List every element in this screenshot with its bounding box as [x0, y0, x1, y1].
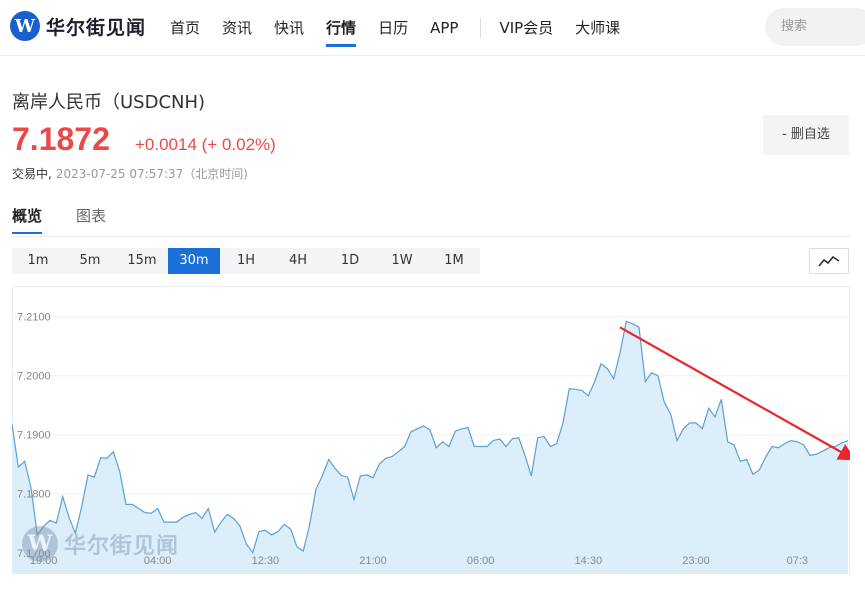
x-tick-label: 23:00: [682, 555, 710, 567]
period-4h[interactable]: 4H: [272, 248, 324, 274]
x-tick-label: 21:00: [359, 555, 387, 567]
nav-masterclass[interactable]: 大师课: [575, 0, 620, 56]
x-tick-label: 14:30: [575, 555, 603, 567]
trading-status: 交易中, 2023-07-25 07:57:37（北京时间): [12, 165, 248, 182]
y-tick-label: 7.2000: [17, 371, 51, 383]
y-tick-label: 7.1900: [17, 430, 51, 442]
nav-app[interactable]: APP: [430, 0, 458, 56]
remove-watchlist-button[interactable]: - 删自选: [763, 115, 849, 155]
nav-home[interactable]: 首页: [170, 0, 200, 56]
period-1w[interactable]: 1W: [376, 248, 428, 274]
period-5m[interactable]: 5m: [64, 248, 116, 274]
main-nav: 首页 资讯 快讯 行情 日历 APP VIP会员 大师课: [170, 0, 642, 56]
instrument-title: 离岸人民币（USDCNH): [12, 92, 206, 113]
nav-flash[interactable]: 快讯: [274, 0, 304, 56]
period-1d[interactable]: 1D: [324, 248, 376, 274]
logo-icon: W: [10, 11, 40, 41]
view-tabs: 概览 图表: [12, 205, 140, 234]
nav-markets[interactable]: 行情: [326, 0, 357, 56]
x-tick-label: 06:00: [467, 555, 495, 567]
top-header: W 华尔街见闻 首页 资讯 快讯 行情 日历 APP VIP会员 大师课 搜索: [0, 0, 865, 56]
y-tick-label: 7.1800: [17, 489, 51, 501]
chart-type-button[interactable]: [809, 248, 849, 274]
nav-divider: [480, 18, 482, 38]
tab-chart[interactable]: 图表: [76, 205, 106, 233]
nav-vip[interactable]: VIP会员: [499, 0, 553, 56]
line-chart-icon: [818, 255, 840, 267]
period-1h[interactable]: 1H: [220, 248, 272, 274]
price-change: +0.0014 (+ 0.02%): [135, 135, 276, 154]
x-tick-label: 07:3: [787, 555, 808, 567]
tabs-divider: [12, 236, 850, 237]
y-tick-label: 7.2100: [17, 312, 51, 324]
period-15m[interactable]: 15m: [116, 248, 168, 274]
nav-calendar[interactable]: 日历: [378, 0, 408, 56]
period-selector: 1m 5m 15m 30m 1H 4H 1D 1W 1M: [12, 248, 480, 274]
tab-overview[interactable]: 概览: [12, 205, 43, 234]
search-input[interactable]: 搜索: [765, 8, 865, 46]
x-tick-label: 12:30: [252, 555, 280, 567]
last-price: 7.1872: [12, 121, 110, 157]
logo[interactable]: W 华尔街见闻: [10, 11, 146, 41]
status-label: 交易中,: [12, 167, 52, 181]
watermark: W 华尔街见闻: [22, 526, 179, 562]
logo-text: 华尔街见闻: [46, 16, 147, 39]
watermark-text: 华尔街见闻: [64, 533, 180, 559]
quote-timestamp: 2023-07-25 07:57:37（北京时间): [55, 167, 248, 181]
period-30m[interactable]: 30m: [168, 248, 220, 274]
period-1m[interactable]: 1m: [12, 248, 64, 274]
watermark-logo-icon: W: [22, 526, 58, 562]
nav-news[interactable]: 资讯: [222, 0, 252, 56]
period-1mo[interactable]: 1M: [428, 248, 480, 274]
